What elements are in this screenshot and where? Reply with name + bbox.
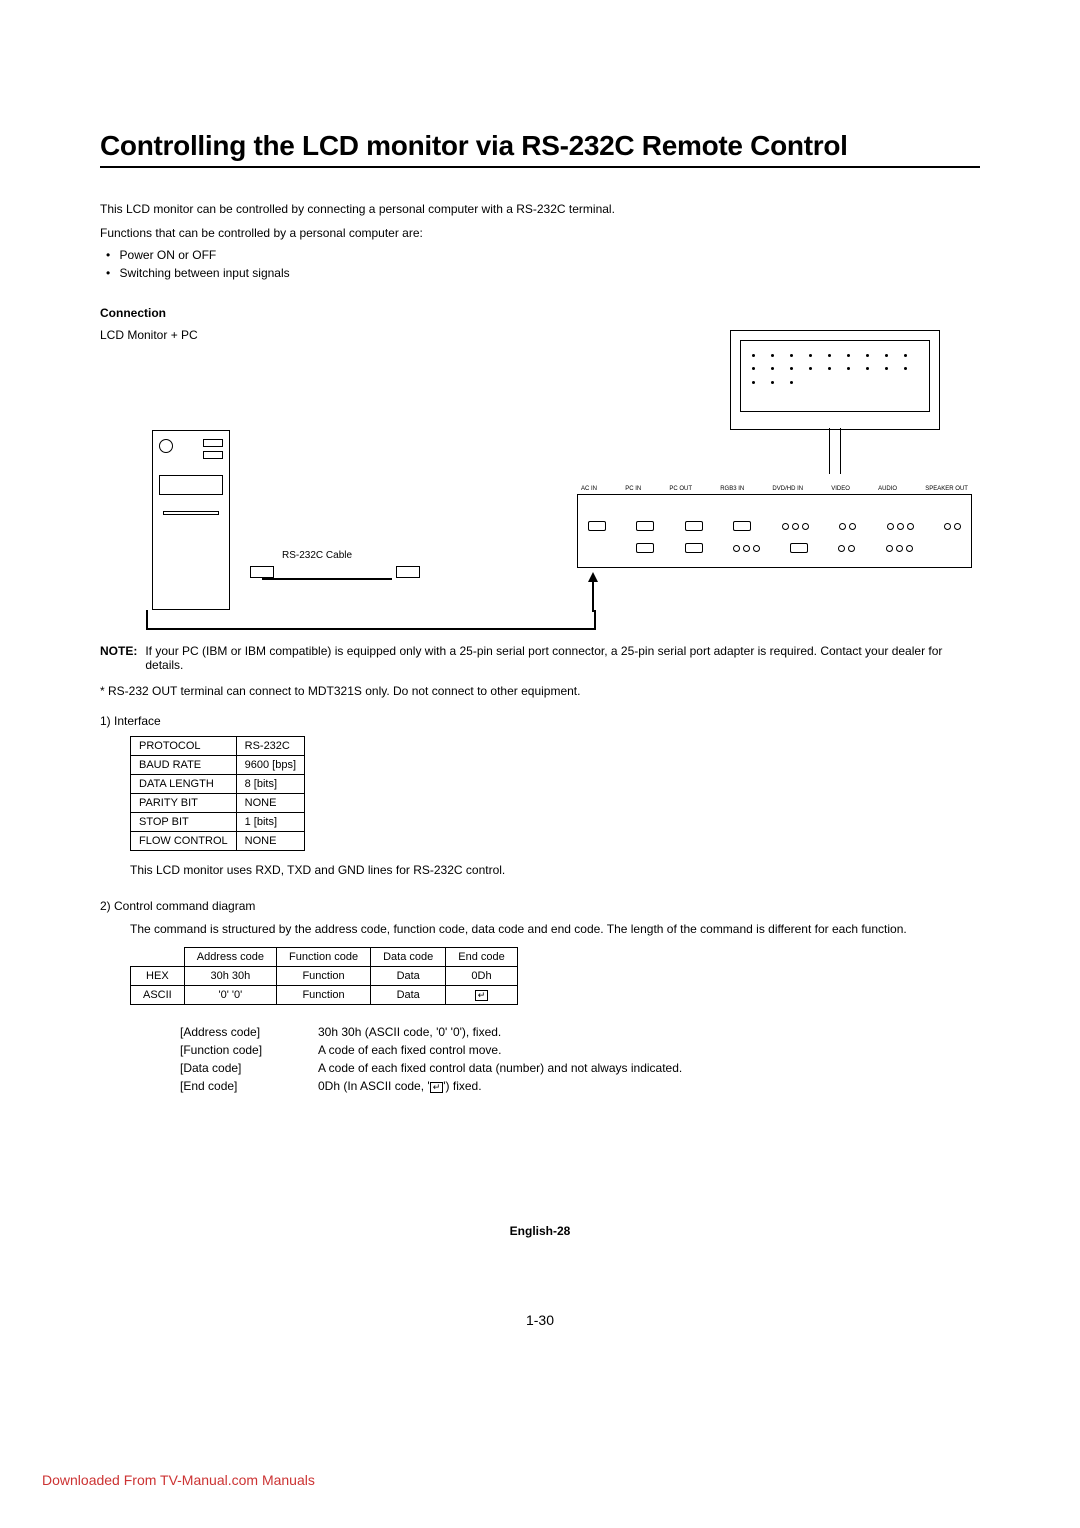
section-2-heading: 2) Control command diagram (100, 899, 980, 913)
star-note: * RS-232 OUT terminal can connect to MDT… (100, 684, 980, 698)
intro-2: Functions that can be controlled by a pe… (100, 226, 980, 240)
section-1-note: This LCD monitor uses RXD, TXD and GND l… (130, 863, 980, 877)
interface-table: PROTOCOLRS-232C BAUD RATE9600 [bps] DATA… (130, 736, 305, 851)
connection-diagram: AC IN PC IN PC OUT RGB3 IN DVD/HD IN VID… (100, 350, 980, 630)
intro-1: This LCD monitor can be controlled by co… (100, 202, 980, 216)
panel-port-labels: AC IN PC IN PC OUT RGB3 IN DVD/HD IN VID… (577, 486, 972, 492)
cable-label: RS-232C Cable (282, 550, 352, 561)
enter-cell: ↵ (446, 986, 517, 1005)
note-text: If your PC (IBM or IBM compatible) is eq… (145, 644, 980, 672)
bullet-list: Power ON or OFF Switching between input … (120, 246, 980, 282)
download-source: Downloaded From TV-Manual.com Manuals (42, 1472, 315, 1488)
connection-heading: Connection (100, 306, 980, 320)
note-row: NOTE: If your PC (IBM or IBM compatible)… (100, 644, 980, 672)
section-2-paragraph: The command is structured by the address… (130, 921, 980, 937)
pc-illustration (152, 430, 230, 610)
code-description-list: [Address code]30h 30h (ASCII code, '0' '… (180, 1023, 980, 1095)
page-number: 1-30 (0, 1312, 1080, 1328)
section-1-heading: 1) Interface (100, 714, 980, 728)
page-title: Controlling the LCD monitor via RS-232C … (100, 130, 980, 168)
monitor-connector-panel (577, 494, 972, 568)
monitor-back-illustration (730, 330, 940, 430)
page-language-number: English-28 (0, 1224, 1080, 1238)
note-label: NOTE: (100, 644, 137, 672)
command-table: Address code Function code Data code End… (130, 947, 518, 1005)
bullet-item: Switching between input signals (120, 264, 980, 282)
end-code-desc: 0Dh (In ASCII code, '↵') fixed. (318, 1079, 482, 1093)
bullet-item: Power ON or OFF (120, 246, 980, 264)
